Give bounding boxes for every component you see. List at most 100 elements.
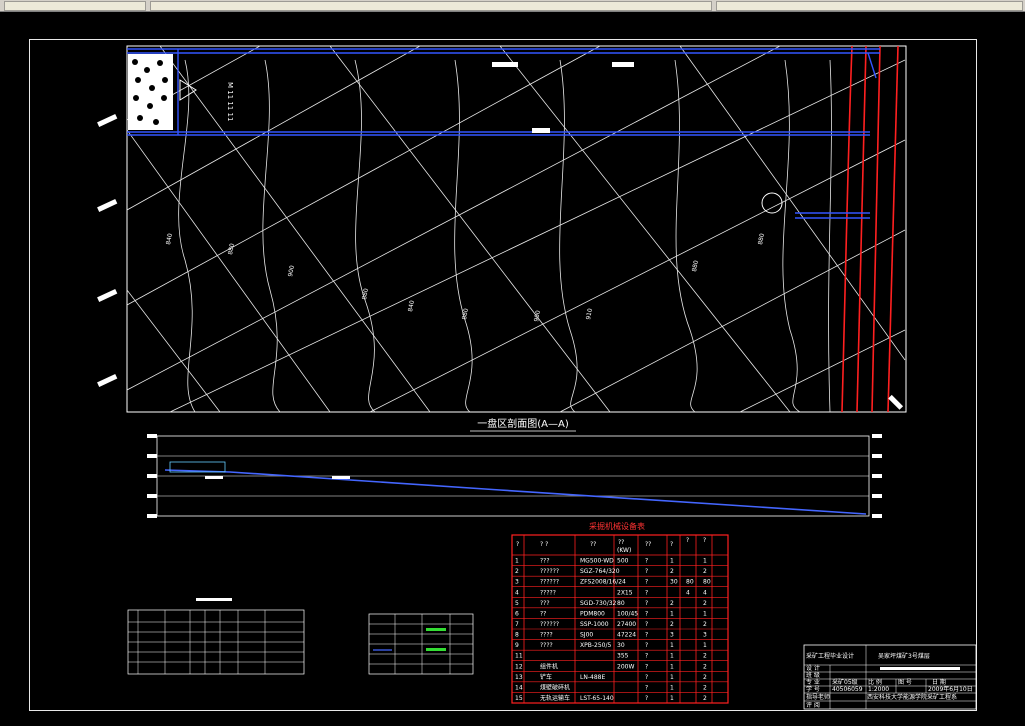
table-cell-a: 3 (670, 632, 674, 639)
roadways (127, 48, 880, 219)
table-cell-c: 3 (703, 632, 707, 639)
table-cell-qty: ? (645, 684, 648, 691)
shaft-circle-icon (761, 192, 783, 214)
table-cell-model: PDM800 (580, 610, 605, 617)
table-cell-model: LN-488E (580, 674, 605, 681)
plan-marker (492, 62, 518, 67)
table-cell-no: 6 (515, 610, 519, 617)
svg-text:900: 900 (287, 265, 296, 278)
table-cell-a: 1 (670, 695, 674, 702)
table-cell-a: 1 (670, 558, 674, 565)
svg-text:采矿05级: 采矿05级 (832, 678, 858, 686)
table-cell-model: LST-65-140 (580, 695, 614, 702)
table-cell-c: 2 (703, 674, 707, 681)
table-cell-c: 2 (703, 653, 707, 660)
table-cell-power: 47224 (617, 632, 636, 639)
svg-text:西安科技大学能源学院采矿工程系: 西安科技大学能源学院采矿工程系 (867, 693, 957, 701)
plan-marker (532, 128, 550, 133)
table-cell-model: XPB-250/5 (580, 642, 611, 649)
table-cell-c: 2 (703, 695, 707, 702)
title-school: 采矿工程毕业设计 (806, 652, 854, 660)
table-cell-c: 2 (703, 621, 707, 628)
table-cell-no: 13 (515, 674, 523, 681)
table-cell-name: ???? (540, 632, 553, 639)
table-cell-name: ??? (540, 600, 550, 607)
table-cell-model: SJ00 (580, 632, 593, 639)
table-cell-c: 4 (703, 589, 707, 596)
section-arrows (97, 113, 904, 410)
table-cell-no: 11 (515, 653, 523, 660)
svg-text:??: ?? (618, 539, 624, 546)
svg-text:班 级: 班 级 (806, 671, 820, 679)
table-cell-qty: ? (645, 579, 648, 586)
section-grid (157, 455, 869, 497)
table-cell-qty: ? (645, 642, 648, 649)
table-cell-model: MG500-WD (580, 558, 614, 565)
table-cell-a: 30 (670, 579, 678, 586)
svg-text:1:2000: 1:2000 (868, 686, 889, 693)
table-cell-model: ZFS2008/16/24 (580, 579, 626, 586)
table-cell-qty: ? (645, 600, 648, 607)
table-cell-power: 80 (617, 600, 625, 607)
table-cell-no: 12 (515, 663, 523, 670)
table-cell-b: 4 (686, 589, 690, 596)
section-title: 一盘区剖面图(A—A) (477, 417, 569, 430)
table-cell-a: 1 (670, 653, 674, 660)
svg-text:(KW): (KW) (617, 547, 631, 554)
table-cell-name: ????? (540, 589, 556, 596)
table-cell-b: 80 (686, 579, 694, 586)
table-cell-qty: ? (645, 568, 648, 575)
svg-text:840: 840 (407, 300, 416, 313)
equipment-header: ? ? ? ?? ?? (KW) ?? ? ? ? (516, 537, 706, 554)
table-cell-name: ?????? (540, 568, 559, 575)
svg-text:880: 880 (361, 288, 370, 301)
svg-text:?: ? (670, 541, 673, 548)
table-cell-c: 80 (703, 579, 711, 586)
equipment-table-title: 采掘机械设备表 (589, 521, 645, 531)
table-cell-model: SSP-1000 (580, 621, 609, 628)
svg-text:比 例: 比 例 (868, 678, 882, 686)
table-cell-qty: ? (645, 653, 648, 660)
coal-seam-line (164, 469, 867, 515)
cad-drawing[interactable]: M 11 11 11 840 880 900 880 840 880 900 9… (0, 0, 1025, 726)
table-cell-power: 100/45 (617, 610, 638, 617)
legend-table-left (127, 598, 305, 675)
svg-text:910: 910 (585, 308, 594, 321)
table-cell-no: 8 (515, 632, 519, 639)
table-cell-c: 1 (703, 642, 707, 649)
table-cell-c: 2 (703, 663, 707, 670)
mine-plan: M 11 11 11 840 880 900 880 840 880 900 9… (97, 45, 907, 413)
table-cell-c: 1 (703, 558, 707, 565)
svg-text:840: 840 (165, 233, 174, 246)
table-cell-power: 27400 (617, 621, 636, 628)
table-cell-no: 1 (515, 558, 519, 565)
table-cell-power: 30 (617, 642, 625, 649)
table-cell-c: 2 (703, 600, 707, 607)
legend-table-mid (368, 613, 474, 675)
table-cell-c: 2 (703, 568, 707, 575)
table-cell-a: 1 (670, 684, 674, 691)
svg-text:??: ?? (645, 541, 651, 548)
table-cell-qty: ? (645, 663, 648, 670)
table-cell-qty: ? (645, 632, 648, 639)
svg-text:学 号: 学 号 (806, 685, 820, 693)
table-cell-model: SGZ-764/320 (580, 568, 620, 575)
table-cell-power: 500 (617, 558, 629, 565)
svg-text:880: 880 (227, 243, 236, 256)
table-cell-name: 煤壁破碎机 (540, 683, 570, 691)
table-cell-name: ???? (540, 642, 553, 649)
table-cell-qty: ? (645, 674, 648, 681)
svg-text:880: 880 (691, 260, 700, 273)
table-cell-name: 铲车 (540, 673, 552, 681)
title-block: 采矿工程毕业设计 吴家坪煤矿3号煤层 班 级 专 业 采矿05级 比 例 图 号… (803, 644, 977, 710)
table-cell-c: 1 (703, 610, 707, 617)
svg-text:2009年6月10日: 2009年6月10日 (928, 685, 973, 693)
table-cell-name: ?????? (540, 621, 559, 628)
table-cell-no: 7 (515, 621, 519, 628)
table-cell-no: 2 (515, 568, 519, 575)
table-cell-power: 200W (617, 663, 634, 670)
table-cell-a: 1 (670, 642, 674, 649)
table-cell-name: ?? (540, 610, 546, 617)
svg-text:评 阅: 评 阅 (806, 701, 820, 709)
table-cell-a: 1 (670, 674, 674, 681)
